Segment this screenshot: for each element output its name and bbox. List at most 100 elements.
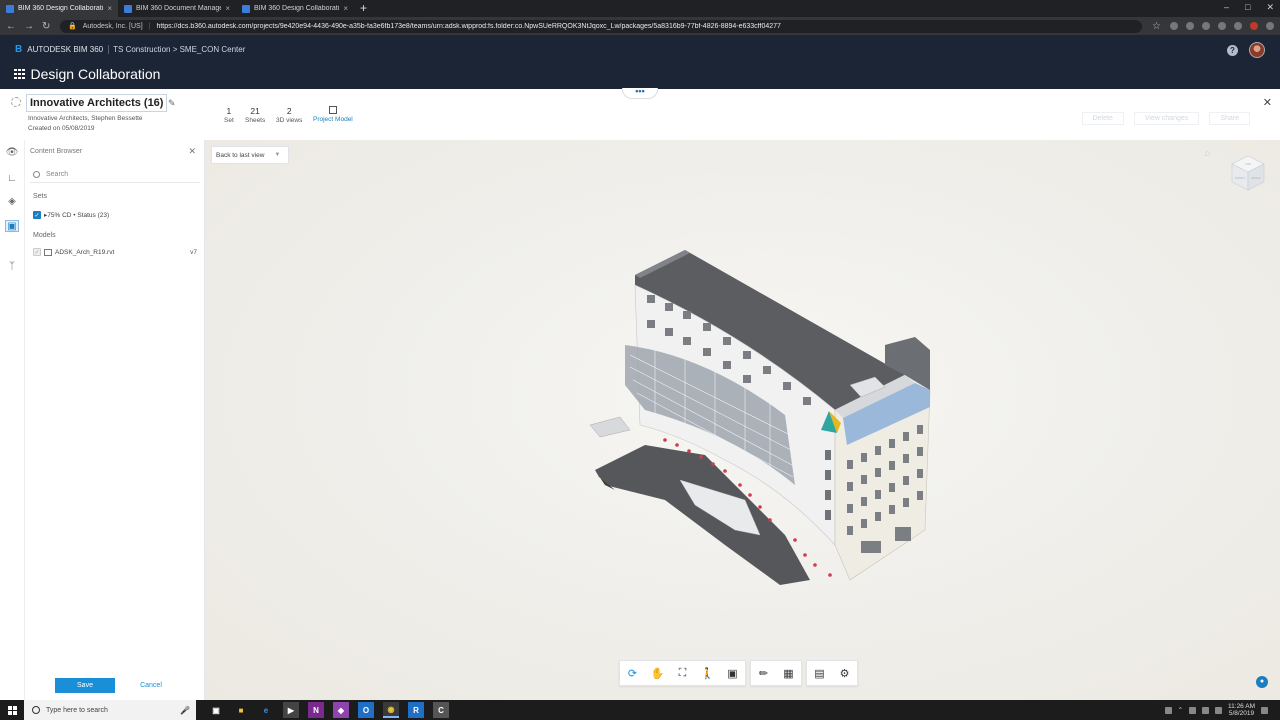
network-icon[interactable] <box>1189 706 1197 714</box>
back-to-last-view-dropdown[interactable]: Back to last view ▼ <box>211 146 289 164</box>
brand-bar: B AUTODESK BIM 360 TS Construction > SME… <box>15 44 245 55</box>
forward-arrow-icon[interactable]: → <box>24 21 34 32</box>
windows-logo-icon <box>7 705 17 715</box>
package-name-field[interactable]: Innovative Architects (16) <box>26 94 168 112</box>
app-icon[interactable]: ◆ <box>333 702 349 718</box>
section-box-icon[interactable]: ▦ <box>776 661 801 685</box>
zoom-extents-icon[interactable]: ⛶ <box>670 661 695 685</box>
close-panel-icon[interactable]: ✕ <box>188 146 196 157</box>
save-button[interactable]: Save <box>55 678 115 693</box>
checkbox-icon[interactable]: ✓ <box>33 248 41 256</box>
measure-icon[interactable]: ∟ <box>5 172 19 184</box>
pan-hand-icon[interactable]: ✋ <box>645 661 670 685</box>
camera-icon[interactable]: ▣ <box>720 661 745 685</box>
taskbar-search-placeholder: Type here to search <box>46 706 108 714</box>
extension-icon[interactable] <box>1170 22 1178 30</box>
settings-gear-icon[interactable]: ⚙ <box>832 661 857 685</box>
window-close-icon[interactable]: ✕ <box>1266 0 1274 15</box>
content-browser-icon[interactable]: ▣ <box>5 220 19 232</box>
bim360-favicon-icon <box>124 4 132 13</box>
extension-icon[interactable] <box>1234 22 1242 30</box>
revit-icon[interactable]: R <box>408 702 424 718</box>
delete-button[interactable]: Delete <box>1081 112 1124 125</box>
feedback-chat-icon[interactable]: ● <box>1256 676 1268 688</box>
help-icon[interactable]: ? <box>1227 45 1238 56</box>
reload-icon[interactable]: ↻ <box>42 21 50 32</box>
search-input[interactable]: Search <box>30 167 200 183</box>
app-title: Design Collaboration <box>30 66 161 82</box>
windows-start-button[interactable] <box>0 700 24 720</box>
stat-sets[interactable]: 1 Set <box>224 105 234 124</box>
avatar[interactable] <box>1249 42 1265 58</box>
outlook-icon[interactable]: O <box>358 702 374 718</box>
edge-browser-icon[interactable]: e <box>258 702 274 718</box>
more-options-handle[interactable]: ••• <box>622 87 658 99</box>
left-tool-rail: 👁 ∟ ◈ ▣ ᛉ <box>0 140 25 700</box>
stat-sheets[interactable]: 21 Sheets <box>245 105 265 124</box>
share-button[interactable]: Share <box>1209 112 1250 125</box>
clock-time: 11:26 AM <box>1228 703 1255 710</box>
tab-close-icon[interactable]: × <box>107 4 112 13</box>
app-grid-icon[interactable] <box>14 68 25 80</box>
loading-spinner-icon <box>11 97 21 107</box>
measure-ruler-icon[interactable]: ✏ <box>751 661 776 685</box>
browser-tab-document-management[interactable]: BIM 360 Document Management × <box>118 0 236 17</box>
close-package-icon[interactable]: ✕ <box>1263 96 1272 109</box>
tab-title: BIM 360 Design Collaboration <box>254 5 340 12</box>
building-3d-model[interactable] <box>585 245 945 590</box>
stat-3d-views[interactable]: 2 3D views <box>276 105 302 124</box>
analysis-tools: ✏ ▦ <box>750 660 802 686</box>
branch-icon[interactable]: ᛉ <box>5 260 19 272</box>
model-list-item[interactable]: ✓ ADSK_Arch_R19.rvt v7 <box>33 248 197 256</box>
task-view-icon[interactable]: ▣ <box>208 702 224 718</box>
pencil-edit-icon[interactable]: ✎ <box>168 98 176 109</box>
tab-close-icon[interactable]: × <box>225 4 230 13</box>
url-text: https://dcs.b360.autodesk.com/projects/9… <box>156 22 781 30</box>
extension-icon[interactable] <box>1202 22 1210 30</box>
home-view-icon[interactable]: ⌂ <box>1205 148 1210 158</box>
microphone-icon[interactable]: 🎤 <box>180 706 190 715</box>
extension-icon[interactable] <box>1218 22 1226 30</box>
onenote-icon[interactable]: N <box>308 702 324 718</box>
taskbar-search-input[interactable]: Type here to search 🎤 <box>24 700 196 720</box>
tab-close-icon[interactable]: × <box>343 4 348 13</box>
profile-icon[interactable] <box>1250 22 1258 30</box>
model-browser-icon[interactable]: ▤ <box>807 661 832 685</box>
browser-tab-design-collaboration-2[interactable]: BIM 360 Design Collaboration × <box>236 0 354 17</box>
extension-icon[interactable] <box>1186 22 1194 30</box>
volume-icon[interactable] <box>1202 706 1210 714</box>
tray-icon[interactable] <box>1164 706 1172 714</box>
walk-person-icon[interactable]: 🚶 <box>695 661 720 685</box>
tray-chevron-up-icon[interactable]: ⌃ <box>1178 706 1183 714</box>
address-bar[interactable]: 🔒 Autodesk, Inc. [US] | https://dcs.b360… <box>60 19 1142 33</box>
stat-label: Sheets <box>245 117 266 124</box>
view-changes-button[interactable]: View changes <box>1133 112 1200 125</box>
bookmark-star-icon[interactable]: ☆ <box>1152 21 1161 32</box>
models-section-label: Models <box>33 232 56 239</box>
app-icon[interactable]: C <box>433 702 449 718</box>
model-viewer-canvas[interactable]: Back to last view ▼ ⌂ TOP FRONT RIGHT ⟳ … <box>205 140 1280 700</box>
back-arrow-icon[interactable]: ← <box>6 21 16 32</box>
orbit-icon[interactable]: ⟳ <box>620 661 645 685</box>
stat-value: 2 <box>286 106 292 116</box>
project-model-link[interactable]: Project Model <box>313 106 353 123</box>
file-explorer-icon[interactable]: ■ <box>233 702 249 718</box>
app-icon[interactable]: ▶ <box>283 702 299 718</box>
new-tab-button[interactable]: + <box>354 0 373 17</box>
menu-kebab-icon[interactable] <box>1266 22 1274 30</box>
system-clock[interactable]: 11:26 AM 5/8/2019 <box>1228 703 1255 717</box>
maximize-icon[interactable]: □ <box>1245 0 1250 15</box>
minimize-icon[interactable]: – <box>1224 0 1229 15</box>
package-actions: Delete View changes Share <box>1081 112 1250 125</box>
notifications-icon[interactable] <box>1261 706 1268 714</box>
checkbox-checked-icon[interactable]: ✓ <box>33 211 41 219</box>
onedrive-icon[interactable] <box>1215 706 1223 714</box>
project-selector[interactable]: TS Construction > SME_CON Center <box>108 45 245 54</box>
browser-tab-design-collaboration[interactable]: BIM 360 Design Collaboration × <box>0 0 118 17</box>
set-list-item[interactable]: ✓ ▸75% CD • Status (23) <box>33 211 197 219</box>
eye-icon[interactable]: 👁 <box>5 146 19 158</box>
viewcube[interactable]: TOP FRONT RIGHT <box>1230 154 1266 196</box>
chrome-icon[interactable]: ◉ <box>383 702 399 718</box>
cancel-button[interactable]: Cancel <box>121 678 181 693</box>
layers-icon[interactable]: ◈ <box>5 195 19 207</box>
